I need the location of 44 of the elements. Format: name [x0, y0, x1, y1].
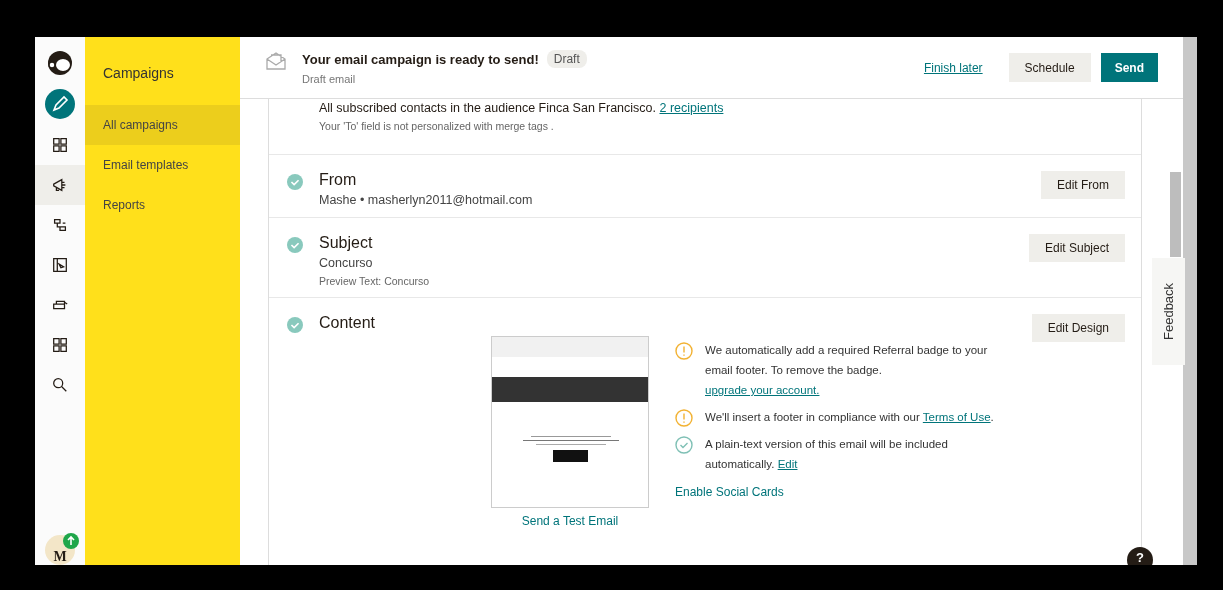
recipients-link[interactable]: 2 recipients [659, 101, 724, 115]
sidebar-item[interactable]: Email templates [85, 145, 240, 185]
schedule-button[interactable]: Schedule [1008, 53, 1091, 82]
edit-design-button[interactable]: Edit Design [1031, 314, 1125, 342]
page-scrollbar[interactable] [1183, 37, 1197, 565]
warning-icon [675, 342, 693, 360]
window-icon [51, 256, 69, 274]
edit-button[interactable]: Edit Subject [1028, 234, 1125, 262]
feedback-tab[interactable]: Feedback [1152, 258, 1185, 365]
section-value: Concurso [319, 256, 374, 270]
notice-text: A plain-text version of this email will be included automatically. Edit [705, 437, 949, 472]
check-circle-icon [675, 436, 693, 454]
sidebar-item[interactable]: Reports [85, 185, 240, 225]
notice-link[interactable]: Terms of Use [922, 411, 991, 423]
section-value: Mashe • masherlyn2011@hotmail.com [319, 193, 534, 207]
sidebar-item[interactable]: All campaigns [85, 105, 240, 145]
search-icon [51, 376, 69, 394]
recipients-text: All subscribed contacts in the audience Finca San Francisco. 2 recipients [319, 101, 725, 115]
status-badge: Draft [546, 50, 587, 68]
notice-link[interactable]: upgrade your account. [705, 384, 820, 396]
grid-icon [51, 336, 69, 354]
scrollbar-thumb[interactable] [1170, 172, 1181, 257]
to-field-note: Your 'To' field is not personalized with merge tags . [319, 120, 555, 132]
help-button[interactable]: ? [1127, 547, 1153, 565]
section-title: Subject [319, 234, 374, 252]
preview-text: Preview Text: Concurso [319, 275, 431, 287]
enable-social-cards-link[interactable]: Enable Social Cards [675, 485, 995, 499]
notice-text: We'll insert a footer in compliance with our Terms of Use. [705, 410, 994, 425]
notice-text: We automatically add a required Referral badge to your email footer. To remove the badge. upgrade your account. [705, 343, 989, 398]
finish-later-link[interactable]: Finish later [923, 60, 983, 75]
sidebar-title: Campaigns [102, 64, 175, 83]
warning-icon [675, 409, 693, 427]
campaign-title: Your email campaign is ready to send! [302, 51, 539, 67]
section-title: From [319, 171, 358, 189]
campaign-subtitle: Draft email [302, 73, 357, 85]
flow-icon [51, 216, 69, 234]
send-button[interactable]: Send [1100, 53, 1158, 82]
nav-item[interactable] [35, 165, 85, 205]
edit-button[interactable]: Edit From [1041, 171, 1125, 199]
email-preview-drawing[interactable] [491, 336, 649, 508]
section-title: Content [319, 314, 377, 332]
send-test-email-link[interactable]: Send a Test Email [521, 514, 619, 528]
pencil-icon[interactable] [45, 89, 75, 119]
notice-link[interactable]: Edit [777, 458, 798, 470]
